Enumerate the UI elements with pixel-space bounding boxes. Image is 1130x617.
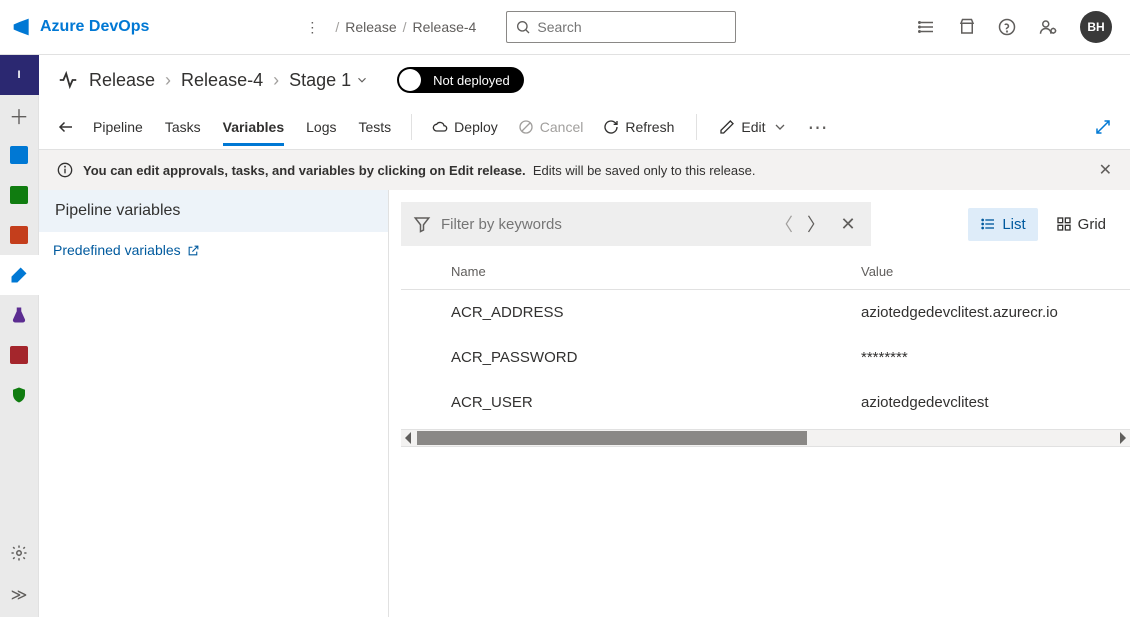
banner-close-icon[interactable]: ✕ [1099, 160, 1112, 180]
status-label: Not deployed [433, 73, 510, 88]
search-icon [515, 19, 531, 35]
back-arrow-icon[interactable] [57, 118, 75, 136]
cancel-button: Cancel [518, 119, 584, 135]
cell-value: aziotedgedevclitest.azurecr.io [861, 304, 1130, 321]
info-banner: You can edit approvals, tasks, and varia… [39, 150, 1130, 190]
nav-boards-icon[interactable] [0, 135, 39, 175]
azure-devops-logo-icon [12, 17, 32, 37]
view-grid-button[interactable]: Grid [1044, 208, 1118, 241]
nav-settings-icon[interactable] [0, 533, 39, 573]
cloud-icon [432, 119, 448, 135]
breadcrumb-release4[interactable]: Release-4 [413, 19, 477, 35]
tab-logs[interactable]: Logs [306, 109, 336, 146]
filter-clear-icon[interactable]: ✕ [837, 214, 859, 235]
tab-tasks[interactable]: Tasks [165, 109, 201, 146]
tab-tests[interactable]: Tests [358, 109, 391, 146]
user-settings-icon[interactable] [1038, 18, 1058, 36]
info-icon [57, 162, 73, 178]
refresh-icon [603, 119, 619, 135]
chevron-down-icon [355, 73, 369, 87]
chevron-down-icon [772, 119, 788, 135]
cell-name: ACR_PASSWORD [451, 349, 861, 366]
scrollbar-thumb[interactable] [417, 431, 807, 445]
nav-expand-icon[interactable]: ≫ [0, 573, 39, 617]
cancel-icon [518, 119, 534, 135]
table-row[interactable]: ACR_PASSWORD ******** [401, 335, 1130, 380]
nav-pipelines-icon[interactable] [0, 255, 39, 295]
marketplace-icon[interactable] [958, 18, 976, 36]
release-crumb-root[interactable]: Release [89, 70, 155, 91]
nav-project-icon[interactable]: I [0, 55, 39, 95]
filter-icon [413, 215, 431, 233]
filter-next-icon[interactable]: 〉 [805, 211, 827, 237]
column-header-name[interactable]: Name [451, 264, 861, 279]
filter-input[interactable] [441, 216, 763, 233]
tab-variables[interactable]: Variables [223, 109, 285, 146]
deployment-status-pill: Not deployed [397, 67, 524, 93]
pencil-icon [719, 119, 735, 135]
more-actions-icon[interactable]: ⋯ [808, 115, 830, 140]
filter-box[interactable]: 〈 〉 ✕ [401, 202, 871, 246]
nav-flask-icon[interactable] [0, 295, 39, 335]
release-crumb-release4[interactable]: Release-4 [181, 70, 263, 91]
refresh-button[interactable]: Refresh [603, 119, 674, 135]
nav-repos-icon[interactable] [0, 215, 39, 255]
search-input[interactable] [537, 19, 727, 35]
banner-rest: Edits will be saved only to this release… [533, 163, 756, 178]
stage-dropdown[interactable]: Stage 1 [289, 70, 369, 91]
predefined-variables-link[interactable]: Predefined variables [39, 232, 388, 268]
release-root-icon [57, 69, 79, 91]
column-header-value[interactable]: Value [861, 264, 1130, 279]
fullscreen-icon[interactable] [1094, 118, 1112, 136]
nav-testplans-icon[interactable] [0, 175, 39, 215]
tab-pipeline[interactable]: Pipeline [93, 109, 143, 146]
stage-label: Stage 1 [289, 70, 351, 91]
chevron-right-icon: › [165, 70, 171, 91]
cell-name: ACR_USER [451, 394, 861, 411]
chevron-right-icon: › [273, 70, 279, 91]
cell-value: ******** [861, 349, 1130, 366]
list-icon[interactable] [918, 18, 936, 36]
top-breadcrumb: / Release / Release-4 [335, 19, 476, 35]
cell-value: aziotedgedevclitest [861, 394, 1130, 411]
search-box[interactable] [506, 11, 736, 43]
view-list-button[interactable]: List [968, 208, 1037, 241]
nav-artifacts-icon[interactable] [0, 335, 39, 375]
help-icon[interactable] [998, 18, 1016, 36]
deploy-button[interactable]: Deploy [432, 119, 498, 135]
external-link-icon [187, 244, 200, 257]
nav-add-icon[interactable]: ＋ [0, 95, 39, 135]
breadcrumb-release[interactable]: Release [345, 19, 396, 35]
brand-name[interactable]: Azure DevOps [40, 18, 149, 36]
user-avatar[interactable]: BH [1080, 11, 1112, 43]
sidepanel-title[interactable]: Pipeline variables [39, 190, 388, 232]
list-view-icon [980, 216, 996, 232]
sidepanel-link-label: Predefined variables [53, 242, 181, 258]
table-row[interactable]: ACR_USER aziotedgedevclitest [401, 380, 1130, 425]
cell-name: ACR_ADDRESS [451, 304, 861, 321]
grid-view-icon [1056, 216, 1072, 232]
nav-security-icon[interactable] [0, 375, 39, 415]
edit-button[interactable]: Edit [719, 119, 787, 135]
horizontal-scrollbar[interactable] [401, 429, 1130, 447]
kebab-menu-icon[interactable]: ⋮ [297, 19, 327, 36]
banner-bold: You can edit approvals, tasks, and varia… [83, 163, 526, 178]
table-row[interactable]: ACR_ADDRESS aziotedgedevclitest.azurecr.… [401, 290, 1130, 335]
filter-prev-icon[interactable]: 〈 [773, 211, 795, 237]
